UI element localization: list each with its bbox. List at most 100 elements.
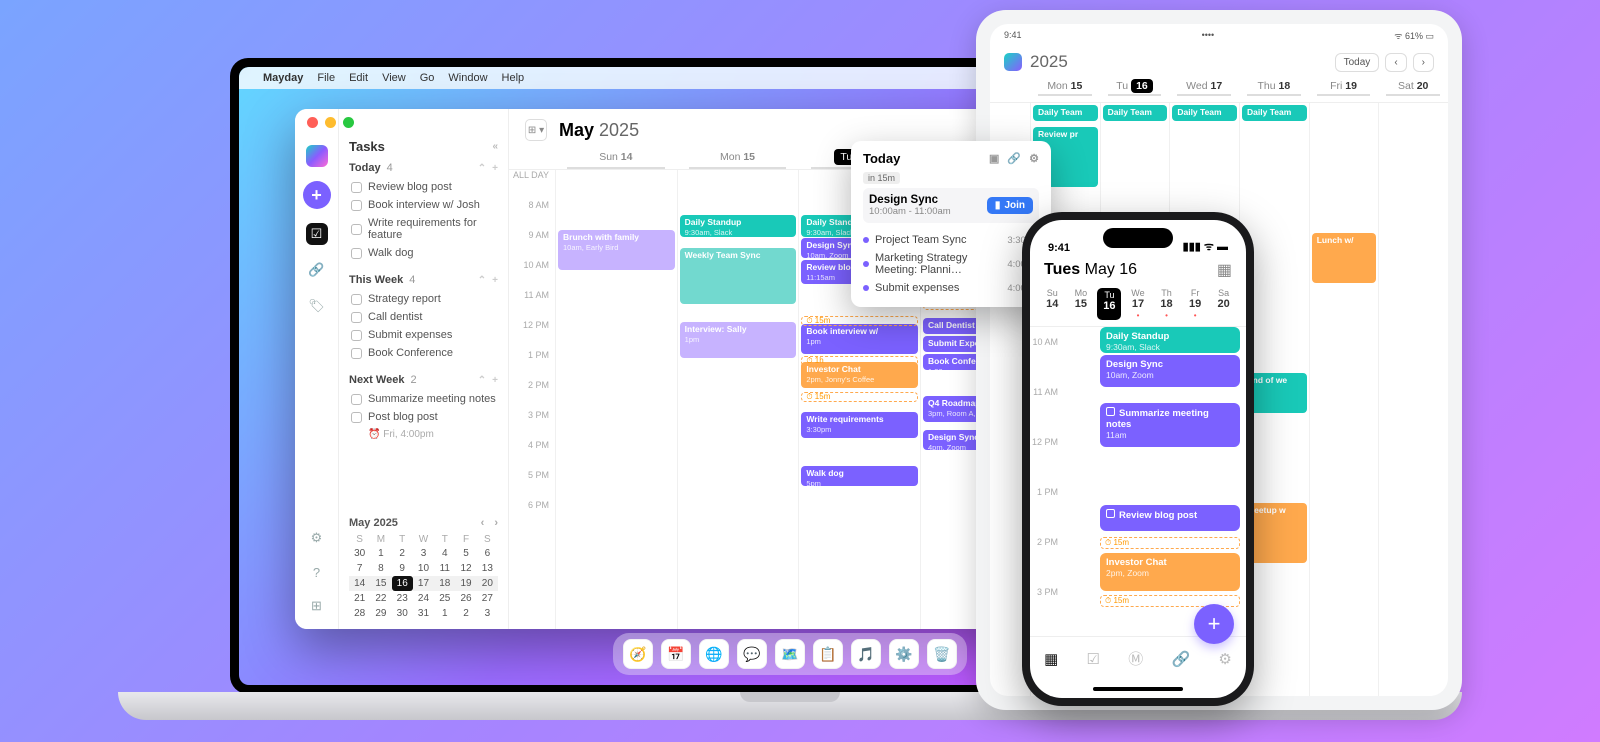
allday-event[interactable]: Daily Team xyxy=(1033,105,1098,121)
task-item[interactable]: Review blog post xyxy=(349,178,498,196)
minical-day[interactable]: 8 xyxy=(370,561,391,576)
minical-day[interactable]: 9 xyxy=(392,561,413,576)
checkbox[interactable] xyxy=(351,412,362,423)
popover-settings-icon[interactable]: ⚙ xyxy=(1029,152,1039,165)
iphone-event[interactable]: Summarize meeting notes11am xyxy=(1100,403,1240,447)
dock-app[interactable]: ⚙️ xyxy=(889,639,919,669)
tab-tasks[interactable]: ☑ xyxy=(1087,650,1100,668)
ipad-day-header[interactable]: Tu 16 xyxy=(1100,80,1170,96)
tab-home[interactable]: Ⓜ xyxy=(1128,648,1143,669)
menu-window[interactable]: Window xyxy=(448,72,487,84)
fullscreen-button[interactable] xyxy=(343,117,354,128)
minical-day[interactable]: 23 xyxy=(392,591,413,606)
dock-app[interactable]: 📅 xyxy=(661,639,691,669)
minimize-button[interactable] xyxy=(325,117,336,128)
allday-event[interactable]: Daily Team xyxy=(1242,105,1307,121)
chevron-up-icon[interactable]: ⌃ xyxy=(478,375,486,386)
dock-app[interactable]: 🧭 xyxy=(623,639,653,669)
settings-icon[interactable]: ⚙ xyxy=(306,527,328,549)
iphone-day[interactable]: Tu16 xyxy=(1097,288,1121,320)
calendar-event[interactable]: Write requirements3:30pm xyxy=(801,412,918,438)
time-gap[interactable]: ⏱ 15m xyxy=(801,316,918,326)
calendar-event[interactable]: Book interview w/1pm xyxy=(801,324,918,354)
iphone-day[interactable]: Su14 xyxy=(1040,288,1064,320)
tab-links[interactable]: 🔗 xyxy=(1171,650,1190,668)
chevron-up-icon[interactable]: ⌃ xyxy=(478,275,486,286)
minical-day[interactable]: 15 xyxy=(370,576,391,591)
ipad-logo[interactable] xyxy=(1004,53,1022,71)
minical-day[interactable]: 21 xyxy=(349,591,370,606)
ipad-day-header[interactable]: Sat 20 xyxy=(1378,80,1448,96)
minical-day[interactable]: 30 xyxy=(349,546,370,561)
iphone-day[interactable]: Fr19• xyxy=(1183,288,1207,320)
task-item[interactable]: Strategy report xyxy=(349,290,498,308)
iphone-event[interactable]: Review blog post xyxy=(1100,505,1240,531)
rail-tasks-icon[interactable]: ☑ xyxy=(306,223,328,245)
time-gap[interactable]: ⏱ 1h xyxy=(801,356,918,366)
ipad-day-column[interactable]: Lunch w/ xyxy=(1309,103,1379,696)
app-name[interactable]: Mayday xyxy=(263,72,303,84)
minical-day[interactable]: 26 xyxy=(455,591,476,606)
task-item[interactable]: Book Conference xyxy=(349,344,498,362)
day-header[interactable]: Sun 14 xyxy=(555,147,677,169)
day-header[interactable]: Mon 15 xyxy=(677,147,799,169)
minical-day[interactable]: 7 xyxy=(349,561,370,576)
minical-day[interactable]: 20 xyxy=(477,576,498,591)
dock-app[interactable]: 🎵 xyxy=(851,639,881,669)
minical-day[interactable]: 19 xyxy=(455,576,476,591)
add-task-icon[interactable]: + xyxy=(492,375,498,386)
minical-day[interactable]: 16 xyxy=(392,576,413,591)
add-button[interactable]: + xyxy=(303,181,331,209)
add-task-icon[interactable]: + xyxy=(492,275,498,286)
minical-day[interactable]: 2 xyxy=(392,546,413,561)
iphone-day[interactable]: Th18• xyxy=(1155,288,1179,320)
add-task-icon[interactable]: + xyxy=(492,163,498,174)
today-button[interactable]: Today xyxy=(1335,53,1380,72)
task-item[interactable]: Write requirements for feature xyxy=(349,214,498,244)
minical-day[interactable]: 4 xyxy=(434,546,455,561)
dock-app[interactable]: 🗺️ xyxy=(775,639,805,669)
rail-tag-icon[interactable]: 🏷 xyxy=(306,295,328,317)
menu-edit[interactable]: Edit xyxy=(349,72,368,84)
checkbox[interactable] xyxy=(351,294,362,305)
checkbox[interactable] xyxy=(351,330,362,341)
minical-day[interactable]: 6 xyxy=(477,546,498,561)
minical-day[interactable]: 5 xyxy=(455,546,476,561)
minical-day[interactable]: 11 xyxy=(434,561,455,576)
checkbox[interactable] xyxy=(351,394,362,405)
calendar-event[interactable]: Walk dog5pm xyxy=(801,466,918,486)
task-item[interactable]: Post blog post xyxy=(349,408,498,426)
minical-day[interactable]: 18 xyxy=(434,576,455,591)
minical-next[interactable]: › xyxy=(494,517,498,529)
dock-app[interactable]: 🗑️ xyxy=(927,639,957,669)
rail-link-icon[interactable]: 🔗 xyxy=(306,259,328,281)
iphone-day[interactable]: Sa20 xyxy=(1212,288,1236,320)
calendar-event[interactable]: Daily Standup9:30am, Slack xyxy=(680,215,797,237)
mini-calendar[interactable]: May 2025 ‹ › SMTWTFS30123456789101112131… xyxy=(349,517,498,621)
task-item[interactable]: Book interview w/ Josh xyxy=(349,196,498,214)
upcoming-row[interactable]: Project Team Sync3:30pm xyxy=(863,231,1039,249)
task-item[interactable]: Summarize meeting notes xyxy=(349,390,498,408)
calendar-event[interactable]: Brunch with family10am, Early Bird xyxy=(558,230,675,270)
iphone-event[interactable]: Investor Chat2pm, Zoom xyxy=(1100,553,1240,591)
menu-help[interactable]: Help xyxy=(502,72,525,84)
ipad-day-header[interactable]: Wed 17 xyxy=(1169,80,1239,96)
menu-view[interactable]: View xyxy=(382,72,406,84)
minical-day[interactable]: 1 xyxy=(434,606,455,621)
iphone-day[interactable]: We17• xyxy=(1126,288,1150,320)
iphone-day-picker[interactable]: Su14Mo15Tu16We17•Th18•Fr19•Sa20 xyxy=(1030,286,1246,327)
ipad-day-header[interactable]: Thu 18 xyxy=(1239,80,1309,96)
minical-day[interactable]: 31 xyxy=(413,606,434,621)
iphone-grid[interactable]: 10 AM11 AM12 PM1 PM2 PM3 PM Daily Standu… xyxy=(1030,327,1246,636)
join-button[interactable]: ▮ Join xyxy=(987,197,1033,214)
iphone-time-gap[interactable]: ⏱ 15m xyxy=(1100,537,1240,549)
checkbox[interactable] xyxy=(351,248,362,259)
dock-app[interactable]: 📋 xyxy=(813,639,843,669)
calendar-event[interactable]: Interview: Sally1pm xyxy=(680,322,797,358)
minical-day[interactable]: 14 xyxy=(349,576,370,591)
calendar-event[interactable]: Weekly Team Sync xyxy=(680,248,797,304)
ipad-next[interactable]: › xyxy=(1413,53,1434,72)
popover-link-icon[interactable]: 🔗 xyxy=(1007,152,1021,165)
ipad-day-column[interactable] xyxy=(1378,103,1448,696)
task-item[interactable]: Submit expenses xyxy=(349,326,498,344)
